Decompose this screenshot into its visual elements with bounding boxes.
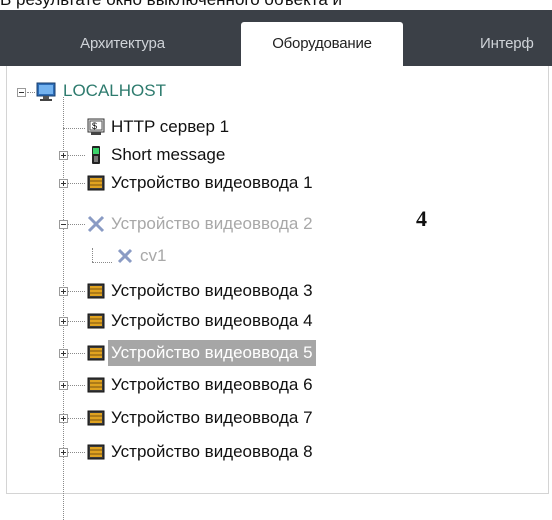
tree-node-video-device-1[interactable]: Устройство видеоввода 1	[85, 170, 316, 196]
disabled-x-icon	[117, 248, 133, 264]
disabled-x-icon	[87, 215, 105, 233]
tree-hline	[27, 92, 35, 93]
tree-expand-toggle[interactable]	[59, 448, 68, 457]
tree-node-label: LOCALHOST	[63, 81, 166, 100]
tree-collapse-toggle[interactable]	[59, 220, 68, 229]
tree-node-video-device-5[interactable]: Устройство видеоввода 5	[85, 340, 316, 366]
tree-node-label: Устройство видеоввода 3	[111, 281, 313, 300]
tree-node-video-device-8[interactable]: Устройство видеоввода 8	[85, 439, 316, 465]
video-device-icon	[87, 444, 105, 460]
tree-hline	[63, 128, 85, 129]
tree-node-video-device-4[interactable]: Устройство видеоввода 4	[85, 308, 316, 334]
tree-node-video-device-2[interactable]: Устройство видеоввода 2	[85, 211, 316, 237]
computer-icon	[36, 82, 56, 101]
tree-node-label: cv1	[140, 246, 167, 265]
child-branch-line	[92, 248, 93, 262]
phone-icon	[92, 146, 100, 164]
tab-bar: Архитектура Оборудование Интерф	[0, 10, 552, 66]
tree-expand-toggle[interactable]	[59, 179, 68, 188]
tab-architecture[interactable]: Архитектура	[20, 22, 225, 66]
tree-node-label: Устройство видеоввода 1	[111, 173, 313, 192]
video-device-icon	[87, 410, 105, 426]
video-device-icon	[87, 377, 105, 393]
tree-expand-toggle[interactable]	[59, 151, 68, 160]
tree-expand-toggle[interactable]	[59, 381, 68, 390]
tree-node-label: Устройство видеоввода 2	[111, 214, 313, 233]
tree-node-label: Short message	[111, 145, 226, 164]
tree-node-label: Устройство видеоввода 6	[111, 375, 313, 394]
svg-text:$: $	[92, 121, 97, 131]
tree-node-label: Устройство видеоввода 5	[108, 340, 316, 366]
tree-expand-toggle[interactable]	[59, 349, 68, 358]
tree-node-localhost[interactable]: LOCALHOST	[35, 78, 169, 104]
child-branch-hline	[92, 262, 112, 263]
tree-node-video-device-6[interactable]: Устройство видеоввода 6	[85, 372, 316, 398]
tree-node-video-device-3[interactable]: Устройство видеоввода 3	[85, 278, 316, 304]
tree-expand-toggle[interactable]	[59, 414, 68, 423]
tree-node-short-message[interactable]: Short message	[85, 142, 228, 168]
video-device-icon	[87, 283, 105, 299]
page-caption-text: В результате окно выключенного объекта и	[0, 0, 552, 10]
http-server-icon: $	[87, 118, 105, 135]
hardware-tree-panel: LOCALHOST $ HTTP сервер 1 Short message	[6, 66, 549, 520]
video-device-icon	[87, 345, 105, 361]
hardware-tree: LOCALHOST $ HTTP сервер 1 Short message	[7, 66, 548, 520]
tree-expand-toggle[interactable]	[59, 317, 68, 326]
tree-node-http-server[interactable]: $ HTTP сервер 1	[85, 114, 232, 140]
video-device-icon	[87, 175, 105, 191]
tree-node-cv1[interactable]: cv1	[114, 243, 169, 269]
annotation-number: 4	[416, 206, 427, 231]
tree-node-label: HTTP сервер 1	[111, 117, 230, 136]
tab-equipment[interactable]: Оборудование	[241, 22, 403, 66]
tree-expand-toggle[interactable]	[59, 287, 68, 296]
tree-node-label: Устройство видеоввода 4	[111, 311, 313, 330]
tab-interfaces[interactable]: Интерф	[480, 22, 552, 66]
tree-node-label: Устройство видеоввода 8	[111, 442, 313, 461]
tree-collapse-toggle[interactable]	[17, 88, 26, 97]
video-device-icon	[87, 313, 105, 329]
tree-node-video-device-7[interactable]: Устройство видеоввода 7	[85, 405, 316, 431]
tree-node-label: Устройство видеоввода 7	[111, 408, 313, 427]
